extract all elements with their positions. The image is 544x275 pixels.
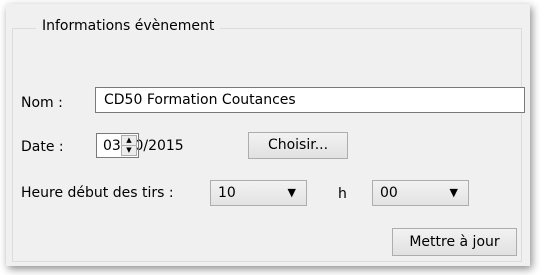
chevron-down-icon: ▼ bbox=[449, 186, 458, 199]
group-title: Informations évènement bbox=[36, 17, 221, 35]
nom-field[interactable]: CD50 Formation Coutances bbox=[95, 87, 525, 113]
choose-date-button[interactable]: Choisir... bbox=[248, 132, 348, 159]
update-button[interactable]: Mettre à jour bbox=[392, 228, 517, 256]
spin-down-icon[interactable]: ▼ bbox=[122, 146, 136, 155]
heure-label: Heure début des tirs : bbox=[21, 185, 174, 201]
hour-select[interactable]: 10 ▼ bbox=[210, 180, 307, 206]
nom-label: Nom : bbox=[21, 95, 63, 111]
event-info-panel: Informations évènement Nom : CD50 Format… bbox=[6, 4, 530, 266]
hour-separator: h bbox=[338, 186, 347, 202]
minute-value: 00 bbox=[380, 185, 398, 201]
chevron-down-icon: ▼ bbox=[287, 186, 296, 199]
date-label: Date : bbox=[21, 139, 64, 155]
hour-value: 10 bbox=[218, 185, 236, 201]
date-spinner[interactable]: ▲ ▼ bbox=[121, 135, 137, 156]
minute-select[interactable]: 00 ▼ bbox=[372, 180, 469, 206]
spin-up-icon[interactable]: ▲ bbox=[122, 136, 136, 146]
